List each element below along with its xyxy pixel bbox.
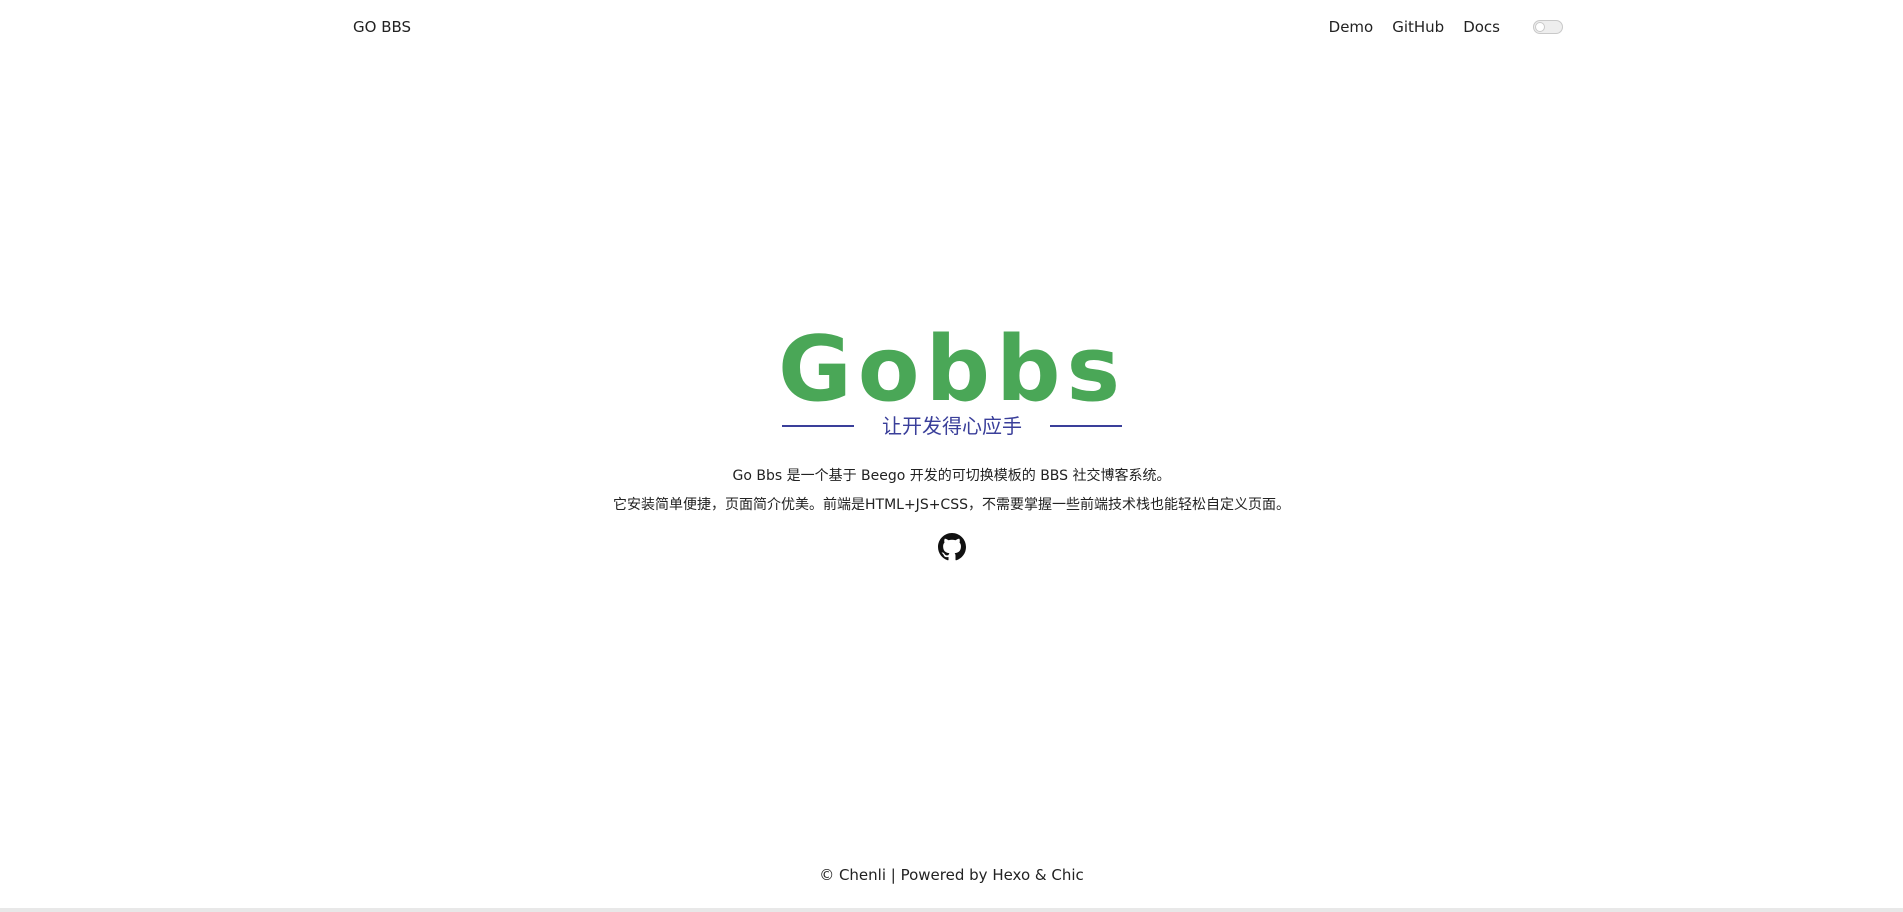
nav-docs-link[interactable]: Docs (1463, 17, 1500, 37)
description-line-1: Go Bbs 是一个基于 Beego 开发的可切换模板的 BBS 社交博客系统。 (732, 468, 1171, 484)
nav-demo-link[interactable]: Demo (1329, 17, 1374, 37)
site-footer: © Chenli | Powered by Hexo & Chic (0, 865, 1903, 885)
footer-amp: & (1030, 866, 1052, 884)
description: Go Bbs 是一个基于 Beego 开发的可切换模板的 BBS 社交博客系统。… (0, 462, 1903, 520)
logo-slogan: 让开发得心应手 (882, 414, 1022, 438)
footer-hexo-link[interactable]: Hexo (992, 866, 1030, 884)
toggle-knob (1535, 22, 1545, 32)
description-line-2: 它安装简单便捷，页面简介优美。前端是HTML+JS+CSS，不需要掌握一些前端技… (613, 497, 1290, 513)
page: GO BBS Demo GitHub Docs Gobbs 让开发得心应手 Go… (0, 0, 1903, 912)
footer-chic-link[interactable]: Chic (1051, 866, 1083, 884)
bottom-scrollbar (0, 908, 1903, 912)
main-nav: Demo GitHub Docs (1310, 17, 1563, 37)
site-title-link[interactable]: GO BBS (353, 17, 411, 37)
hero-section: Gobbs 让开发得心应手 Go Bbs 是一个基于 Beego 开发的可切换模… (0, 320, 1903, 565)
nav-github-link[interactable]: GitHub (1392, 17, 1444, 37)
github-link[interactable] (937, 533, 966, 561)
site-header: GO BBS Demo GitHub Docs (0, 0, 1903, 54)
logo-wordmark: Gobbs (777, 320, 1125, 422)
dark-mode-toggle[interactable] (1533, 20, 1563, 34)
footer-separator: | Powered by (886, 866, 993, 884)
footer-copyright: © Chenli (819, 866, 887, 884)
gobbs-logo: Gobbs 让开发得心应手 (777, 320, 1125, 438)
github-icon (937, 533, 966, 561)
